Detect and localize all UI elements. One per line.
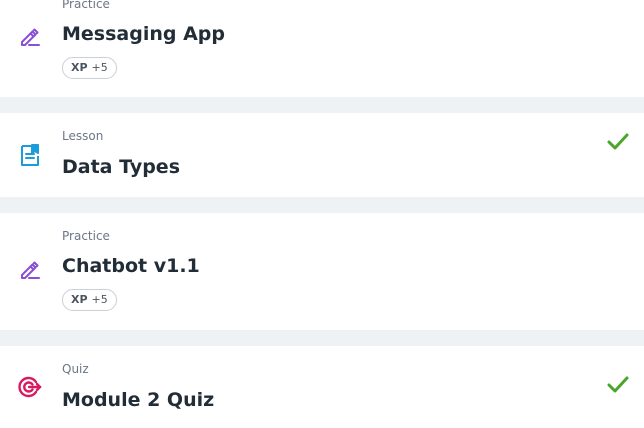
list-item-module-2-quiz[interactable]: Quiz Module 2 Quiz [0,346,644,428]
xp-label: XP [71,293,88,306]
pencil-icon [17,24,43,50]
item-type-label: Lesson [62,129,104,143]
item-title: Messaging App [62,23,225,45]
xp-value: +5 [91,61,108,74]
target-icon [17,374,43,400]
item-title: Data Types [62,156,180,178]
xp-badge: XP +5 [62,57,117,79]
checkmark-icon [606,375,630,395]
list-item-messaging-app[interactable]: Practice Messaging App XP +5 [0,0,644,97]
item-type-label: Practice [62,0,110,11]
document-icon [17,142,43,168]
item-title: Module 2 Quiz [62,389,215,411]
xp-badge: XP +5 [62,289,117,311]
item-type-label: Practice [62,229,110,243]
list-item-data-types[interactable]: Lesson Data Types [0,113,644,197]
list-item-chatbot[interactable]: Practice Chatbot v1.1 XP +5 [0,213,644,330]
item-type-label: Quiz [62,362,89,376]
xp-value: +5 [91,293,108,306]
pencil-icon [17,257,43,283]
item-title: Chatbot v1.1 [62,255,200,277]
checkmark-icon [606,132,630,152]
module-item-list: Practice Messaging App XP +5 Lesson Data … [0,0,644,428]
xp-label: XP [71,61,88,74]
